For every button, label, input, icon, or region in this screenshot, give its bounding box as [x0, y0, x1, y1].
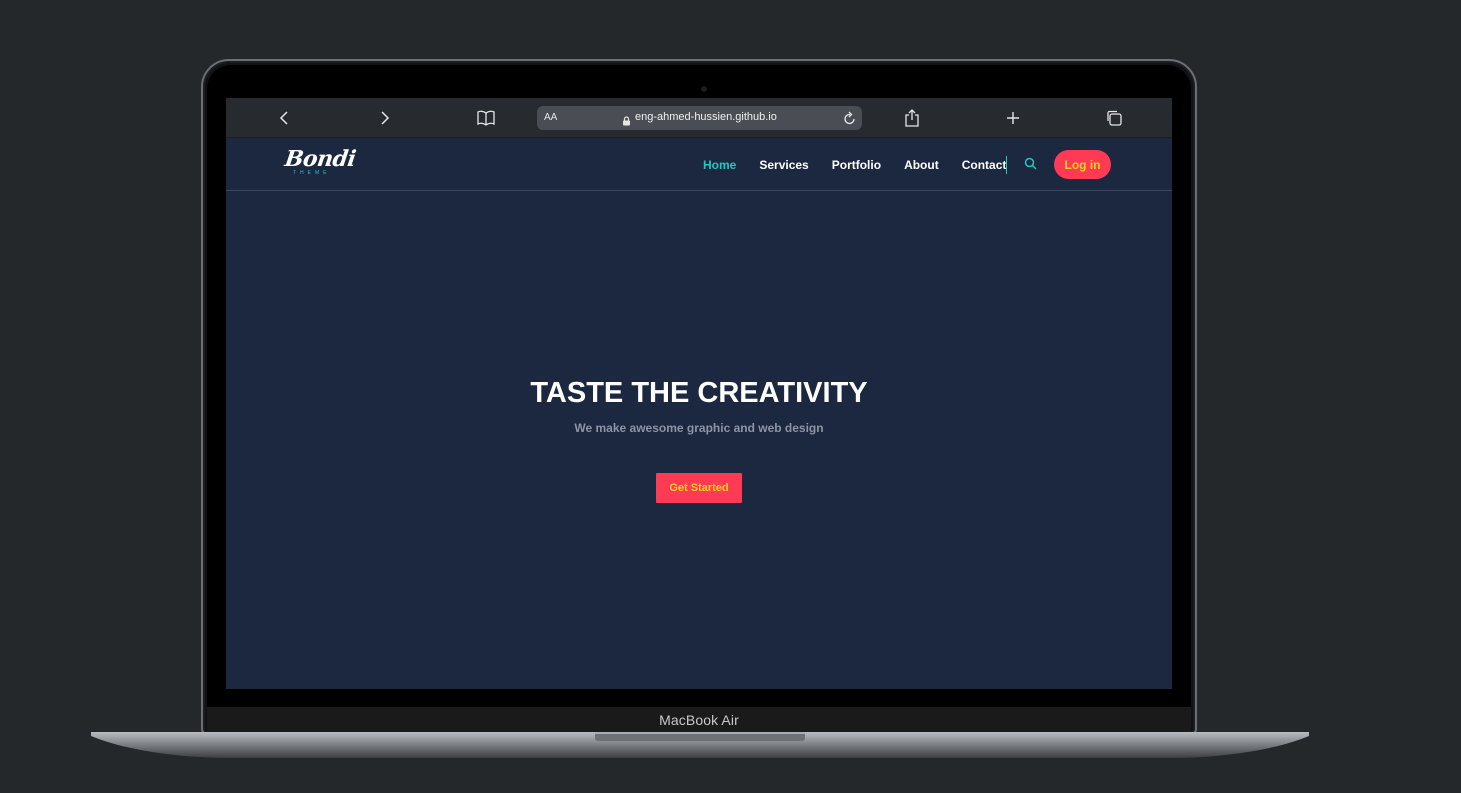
login-button[interactable]: Log in: [1054, 150, 1111, 179]
share-icon[interactable]: [900, 106, 924, 130]
reload-icon[interactable]: [843, 110, 857, 131]
browser-screen: AA eng-ahmed-hussien.github.io Bondi THE…: [226, 98, 1172, 689]
book-icon[interactable]: [474, 106, 498, 130]
get-started-button[interactable]: Get Started: [656, 473, 742, 503]
logo-name: Bondi: [283, 146, 358, 172]
hero-title: TASTE THE CREATIVITY: [530, 377, 868, 409]
site-navbar: Bondi THEME Home Services Portfolio Abou…: [226, 138, 1172, 191]
browser-toolbar: AA eng-ahmed-hussien.github.io: [226, 98, 1172, 138]
site-logo[interactable]: Bondi THEME: [283, 146, 358, 176]
chevron-right-icon[interactable]: [373, 106, 397, 130]
plus-icon[interactable]: [1001, 106, 1025, 130]
search-icon[interactable]: [1024, 157, 1037, 175]
device-label: MacBook Air: [659, 712, 739, 728]
url-text: eng-ahmed-hussien.github.io: [635, 111, 777, 123]
nav-links: Home Services Portfolio About Contact: [703, 138, 1029, 191]
hero-subtitle: We make awesome graphic and web design: [574, 421, 824, 435]
nav-link-services[interactable]: Services: [759, 158, 808, 172]
webcam: [701, 86, 707, 92]
address-bar[interactable]: AA eng-ahmed-hussien.github.io: [537, 106, 862, 130]
laptop-mockup: MacBook Air AA eng-ahmed-hussien.github.…: [0, 0, 1461, 793]
tabs-icon[interactable]: [1102, 106, 1126, 130]
text-size-button[interactable]: AA: [544, 112, 557, 123]
hero-section: TASTE THE CREATIVITY We make awesome gra…: [226, 192, 1172, 689]
nav-link-about[interactable]: About: [904, 158, 939, 172]
nav-link-portfolio[interactable]: Portfolio: [832, 158, 881, 172]
lock-icon: [622, 113, 631, 131]
chevron-left-icon[interactable]: [272, 106, 296, 130]
nav-link-contact[interactable]: Contact: [962, 158, 1007, 172]
nav-link-home[interactable]: Home: [703, 158, 736, 172]
nav-divider: [1006, 156, 1007, 174]
laptop-base: [91, 732, 1309, 758]
